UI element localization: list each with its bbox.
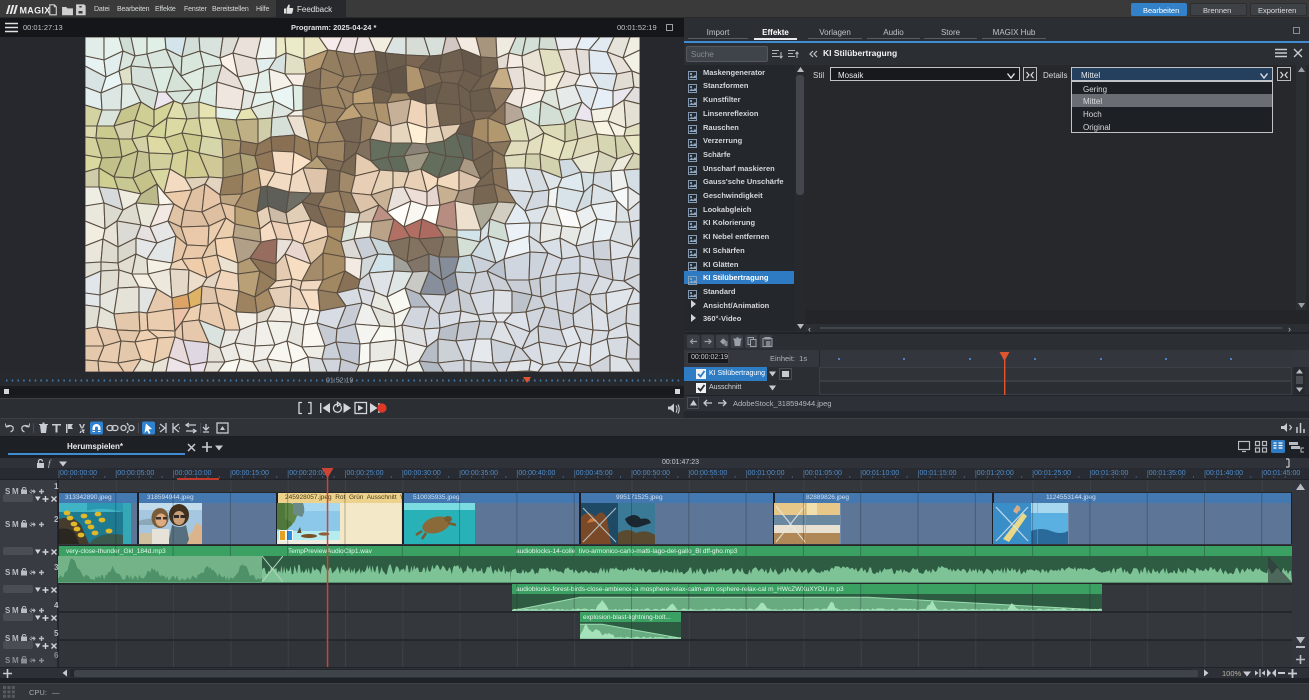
svg-text:MAGIX: MAGIX <box>20 5 51 15</box>
svg-text:01:52:19: 01:52:19 <box>326 378 353 385</box>
svg-text:f: f <box>48 459 52 469</box>
